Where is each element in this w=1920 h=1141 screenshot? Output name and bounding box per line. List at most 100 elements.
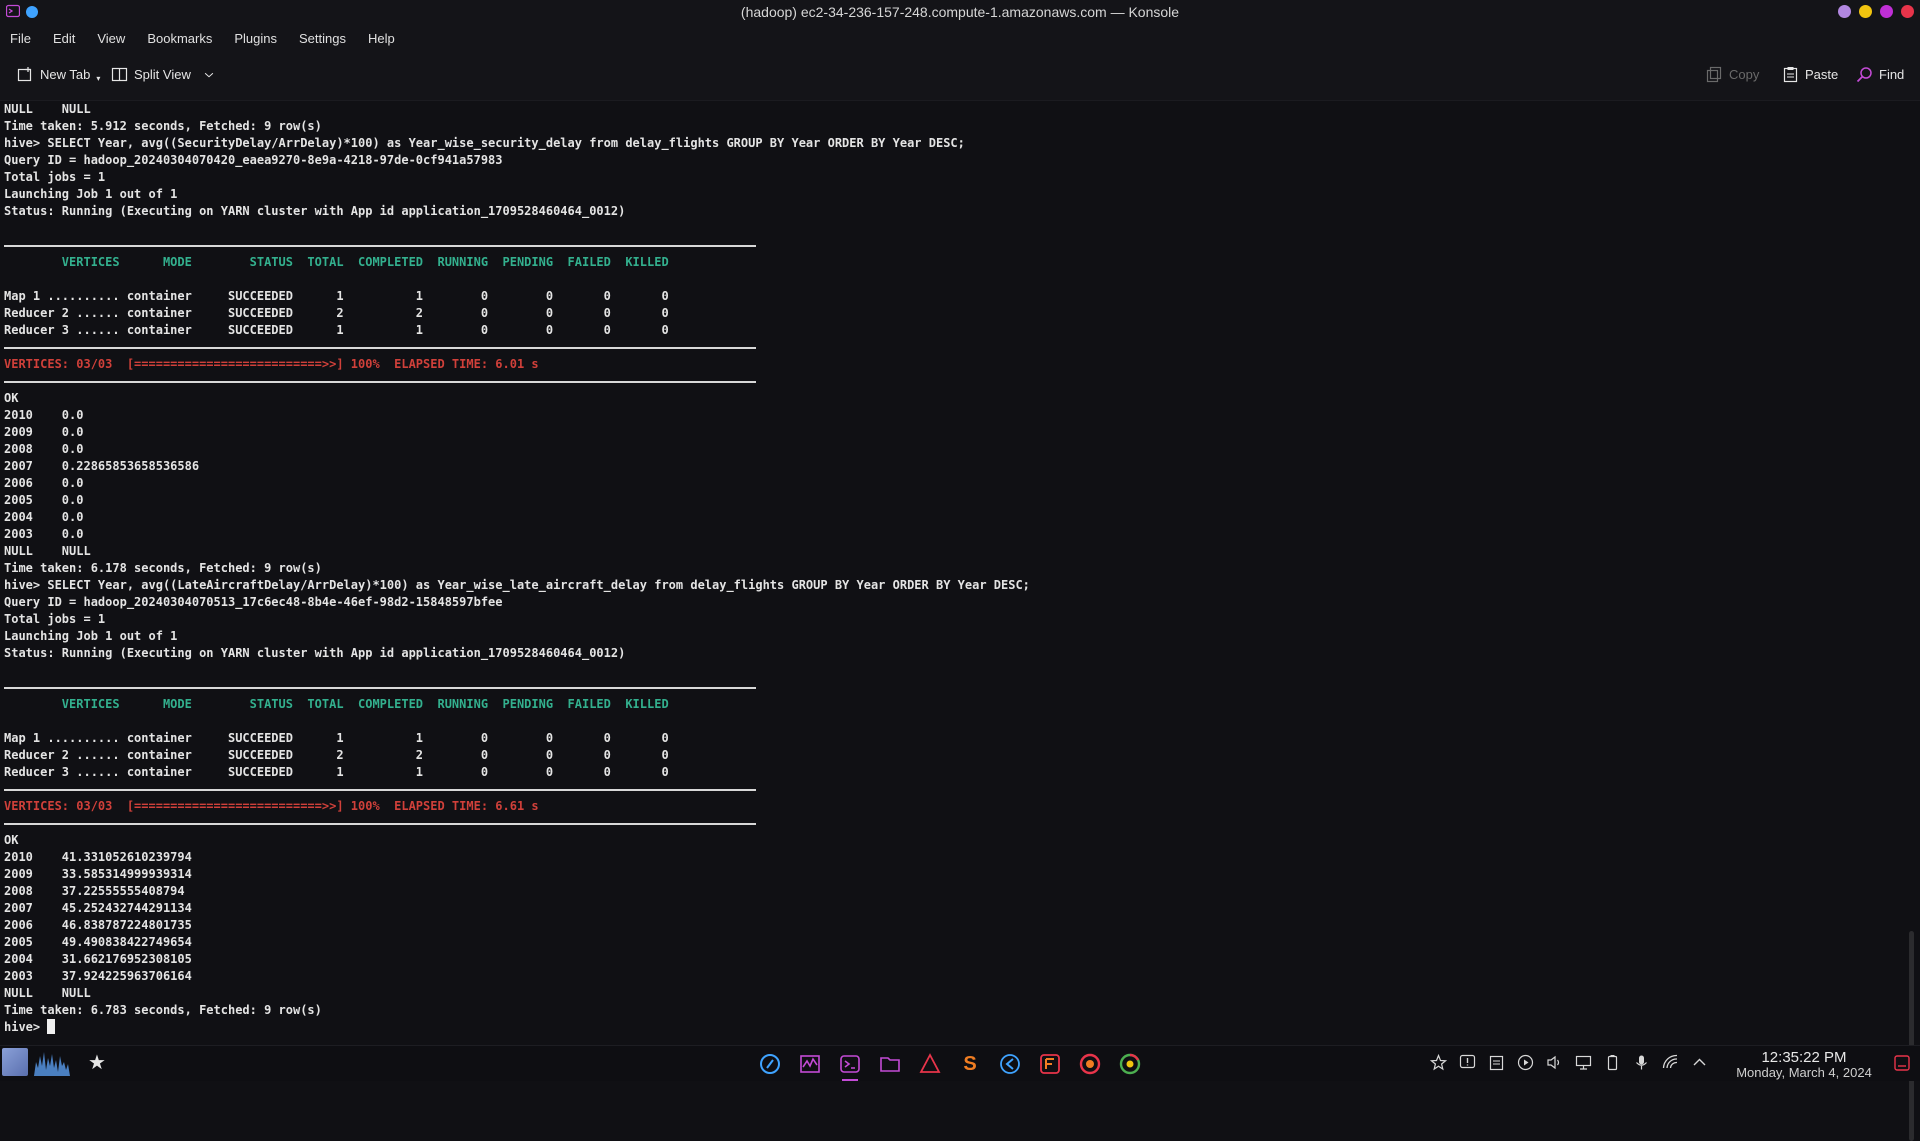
terminal-line: Status: Running (Executing on YARN clust… <box>4 646 626 660</box>
menu-plugins[interactable]: Plugins <box>234 31 277 46</box>
divider <box>4 237 1030 254</box>
taskbar-left: ★ <box>2 1048 106 1076</box>
scrollbar[interactable] <box>1904 101 1920 1141</box>
vertex-row: Reducer 3 ...... container SUCCEEDED 1 1… <box>4 323 669 337</box>
chrome-icon[interactable] <box>1116 1050 1144 1078</box>
result-line: OK <box>4 833 19 847</box>
text-cursor <box>47 1019 56 1034</box>
system-tray <box>1430 1054 1708 1071</box>
result-line: 2004 31.662176952308105 <box>4 952 192 966</box>
result-line: NULL NULL <box>4 544 91 558</box>
filezilla-icon[interactable] <box>1036 1050 1064 1078</box>
maximize-button[interactable] <box>1880 5 1893 18</box>
vertex-row: Map 1 .......... container SUCCEEDED 1 1… <box>4 731 669 745</box>
divider <box>4 679 1030 696</box>
result-line: NULL NULL <box>4 986 91 1000</box>
paste-label: Paste <box>1805 67 1839 82</box>
result-line: 2007 45.252432744291134 <box>4 901 192 915</box>
chevron-down-icon <box>204 72 214 77</box>
menu-help[interactable]: Help <box>368 31 395 46</box>
scrollbar-thumb[interactable] <box>1909 931 1914 1141</box>
hive-prompt: hive> <box>4 1020 48 1034</box>
keep-above-button[interactable] <box>1838 5 1851 18</box>
terminal-line: Total jobs = 1 <box>4 612 106 626</box>
result-line: 2010 41.331052610239794 <box>4 850 192 864</box>
split-view-button[interactable]: Split View <box>111 66 215 83</box>
result-line: 2006 0.0 <box>4 476 84 490</box>
menu-view[interactable]: View <box>97 31 125 46</box>
vertex-row: Reducer 3 ...... container SUCCEEDED 1 1… <box>4 765 669 779</box>
system-monitor-graph-icon[interactable] <box>34 1048 70 1076</box>
find-button[interactable]: Find <box>1856 66 1904 83</box>
clock-date: Monday, March 4, 2024 <box>1736 1065 1872 1080</box>
result-line: 2003 37.924225963706164 <box>4 969 192 983</box>
discover-icon[interactable] <box>756 1050 784 1078</box>
close-button[interactable] <box>1901 5 1914 18</box>
show-desktop-icon[interactable] <box>1894 1055 1910 1071</box>
new-tab-button[interactable]: New Tab ▾ <box>17 66 100 83</box>
star-icon[interactable] <box>1430 1054 1447 1071</box>
taskbar-apps: S <box>756 1050 1144 1081</box>
terminal-line: Total jobs = 1 <box>4 170 106 184</box>
battery-icon[interactable] <box>1604 1054 1621 1071</box>
toolbar: New Tab ▾ Split View Copy Paste Find <box>0 52 1920 101</box>
copy-icon <box>1706 66 1722 83</box>
hive-command: hive> SELECT Year, avg((LateAircraftDela… <box>4 578 1030 592</box>
clock[interactable]: 12:35:22 PM Monday, March 4, 2024 <box>1728 1049 1880 1080</box>
firefox-icon[interactable] <box>1076 1050 1104 1078</box>
konsole-icon[interactable] <box>836 1050 864 1081</box>
favorites-star-icon[interactable]: ★ <box>88 1050 106 1075</box>
terminal-line: Query ID = hadoop_20240304070513_17c6ec4… <box>4 595 503 609</box>
microphone-icon[interactable] <box>1633 1054 1650 1071</box>
search-icon <box>1856 67 1872 83</box>
wifi-icon[interactable] <box>1662 1054 1679 1071</box>
hive-command: hive> SELECT Year, avg((SecurityDelay/Ar… <box>4 136 965 150</box>
terminal-line: Launching Job 1 out of 1 <box>4 187 178 201</box>
terminal-line: Query ID = hadoop_20240304070420_eaea927… <box>4 153 503 167</box>
vscode-icon[interactable] <box>996 1050 1024 1078</box>
progress-line: VERTICES: 03/03 [=======================… <box>4 799 539 813</box>
find-label: Find <box>1879 67 1905 82</box>
display-icon[interactable] <box>1575 1054 1592 1071</box>
terminal-line: Launching Job 1 out of 1 <box>4 629 178 643</box>
result-line: 2008 37.22555555408794 <box>4 884 185 898</box>
warning-app-icon[interactable] <box>916 1050 944 1078</box>
result-line: 2009 33.585314999939314 <box>4 867 192 881</box>
title-bar: (hadoop) ec2-34-236-157-248.compute-1.am… <box>0 0 1920 25</box>
menu-bookmarks[interactable]: Bookmarks <box>147 31 212 46</box>
menu-edit[interactable]: Edit <box>53 31 75 46</box>
result-line: 2005 0.0 <box>4 493 84 507</box>
taskbar: ★ S 12:35:22 PM Monday, March 4, 2024 <box>0 1045 1920 1081</box>
menu-settings[interactable]: Settings <box>299 31 346 46</box>
progress-line: VERTICES: 03/03 [=======================… <box>4 357 539 371</box>
notification-alert-icon[interactable] <box>1459 1054 1476 1071</box>
menu-bar: File Edit View Bookmarks Plugins Setting… <box>0 24 1920 52</box>
app-launcher-icon[interactable] <box>2 1048 28 1076</box>
volume-icon[interactable] <box>1546 1054 1563 1071</box>
result-line: Time taken: 6.178 seconds, Fetched: 9 ro… <box>4 561 322 575</box>
divider <box>4 781 1030 798</box>
paste-button[interactable]: Paste <box>1782 66 1838 83</box>
prompt-line[interactable]: hive> <box>4 1019 1030 1036</box>
result-line: 2005 49.490838422749654 <box>4 935 192 949</box>
terminal-line: Time taken: 5.912 seconds, Fetched: 9 ro… <box>4 119 322 133</box>
divider <box>4 373 1030 390</box>
result-line: 2003 0.0 <box>4 527 84 541</box>
result-line: OK <box>4 391 19 405</box>
clipboard-icon[interactable] <box>1488 1054 1505 1071</box>
menu-file[interactable]: File <box>10 31 31 46</box>
result-line: 2010 0.0 <box>4 408 84 422</box>
copy-button[interactable]: Copy <box>1706 66 1759 83</box>
result-line: 2006 46.838787224801735 <box>4 918 192 932</box>
clock-time: 12:35:22 PM <box>1761 1049 1847 1066</box>
terminal-view[interactable]: NULL NULL Time taken: 5.912 seconds, Fetc… <box>0 101 1904 1045</box>
media-play-icon[interactable] <box>1517 1054 1534 1071</box>
sublime-text-icon[interactable]: S <box>956 1050 984 1078</box>
vertices-header: VERTICES MODE STATUS TOTAL COMPLETED RUN… <box>4 697 669 711</box>
terminal-line: NULL NULL <box>4 102 91 116</box>
minimize-button[interactable] <box>1859 5 1872 18</box>
system-monitor-icon[interactable] <box>796 1050 824 1078</box>
file-manager-icon[interactable] <box>876 1050 904 1078</box>
chevron-up-icon[interactable] <box>1691 1054 1708 1071</box>
terminal-line: Status: Running (Executing on YARN clust… <box>4 204 626 218</box>
